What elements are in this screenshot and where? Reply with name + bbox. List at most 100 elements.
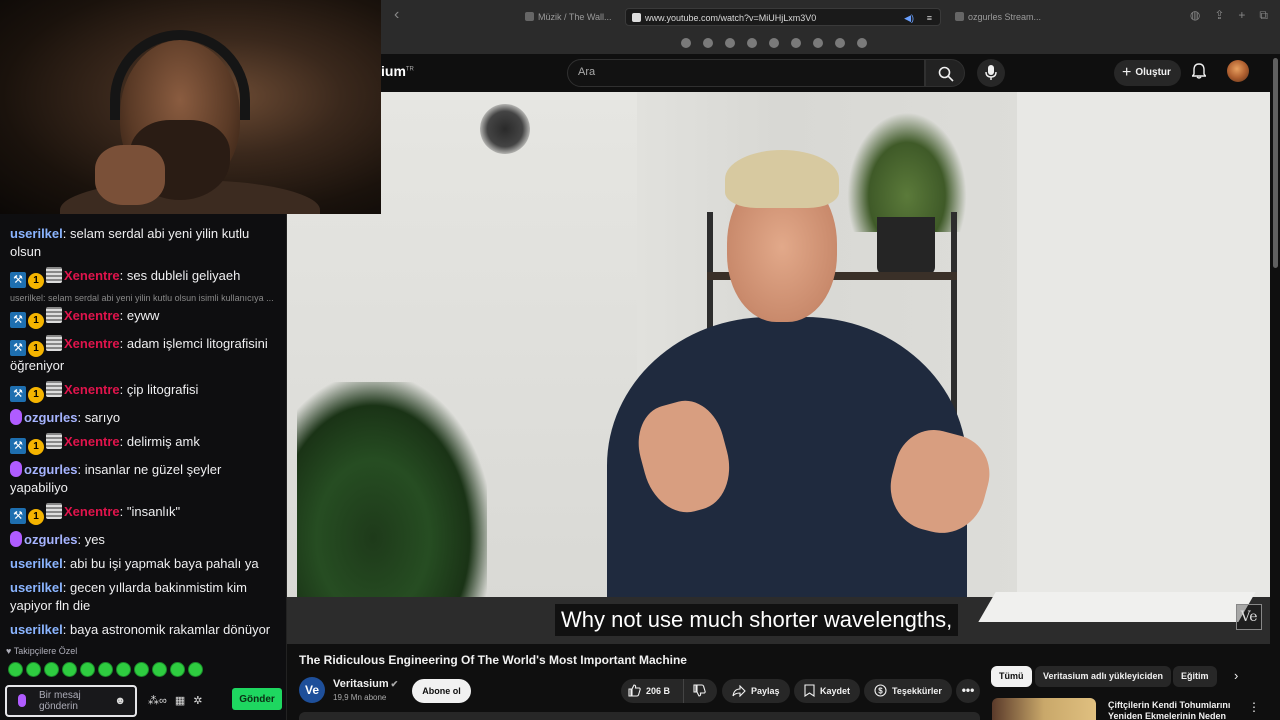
emote-icon[interactable] — [170, 662, 185, 677]
tab-music[interactable]: Müzik / The Wall... — [519, 8, 618, 26]
emote-icon[interactable] — [44, 662, 59, 677]
subscriber-badge-icon[interactable]: 1 — [28, 313, 44, 329]
subscriber-badge-icon[interactable]: 1 — [28, 387, 44, 403]
microphone-badge-icon[interactable] — [10, 531, 22, 547]
save-button[interactable]: Kaydet — [794, 679, 861, 703]
like-button[interactable]: 206 B — [621, 679, 684, 703]
new-tab-icon[interactable]: + — [1238, 8, 1245, 23]
extension-icon[interactable] — [747, 38, 757, 48]
send-button[interactable]: Gönder — [232, 688, 282, 710]
chip-from-uploader[interactable]: Veritasium adlı yükleyiciden — [1035, 666, 1172, 687]
emote-icon[interactable] — [116, 662, 131, 677]
channel-name[interactable]: Veritasium ✔ — [333, 678, 398, 690]
scrollbar-thumb[interactable] — [1273, 58, 1278, 268]
subscriber-badge-icon[interactable]: 1 — [28, 509, 44, 525]
user-avatar[interactable] — [1227, 60, 1249, 82]
emote-icon[interactable] — [26, 662, 41, 677]
create-button[interactable]: + Oluştur — [1114, 60, 1181, 86]
subscribe-button[interactable]: Abone ol — [412, 679, 471, 703]
search-input[interactable]: Ara — [567, 59, 925, 87]
chat-username[interactable]: userilkel — [10, 622, 63, 637]
chat-username[interactable]: Xenentre — [64, 308, 120, 323]
extension-icon[interactable] — [725, 38, 735, 48]
description-box[interactable] — [299, 712, 980, 720]
video-player[interactable]: Why not use much shorter wavelengths, Ve — [287, 92, 1270, 644]
extension-icon[interactable] — [681, 38, 691, 48]
share-icon[interactable]: ⇪ — [1214, 8, 1224, 23]
chip-all[interactable]: Tümü — [991, 666, 1032, 687]
emote-icon[interactable] — [80, 662, 95, 677]
back-icon[interactable]: ‹ — [394, 6, 399, 24]
tab-overview-icon[interactable]: ⧉ — [1259, 8, 1268, 23]
chat-message-list[interactable]: userilkel: selam serdal abi yeni yilin k… — [0, 214, 286, 642]
emote-icon[interactable] — [62, 662, 77, 677]
voice-search-button[interactable] — [977, 59, 1005, 87]
moderator-badge-icon[interactable]: ⚒ — [10, 508, 26, 524]
custom-badge-icon[interactable] — [46, 503, 62, 519]
emote-icon[interactable] — [8, 662, 23, 677]
chat-username[interactable]: userilkel — [10, 580, 63, 595]
extension-icon[interactable] — [791, 38, 801, 48]
microphone-badge-icon[interactable] — [10, 409, 22, 425]
emote-icon[interactable] — [152, 662, 167, 677]
extension-icon[interactable] — [857, 38, 867, 48]
extension-icon[interactable] — [835, 38, 845, 48]
tab-youtube[interactable]: www.youtube.com/watch?v=MiUHjLxm3V0 ◀) ≡ — [625, 8, 941, 26]
notifications-bell-icon[interactable] — [1192, 63, 1206, 79]
dislike-button[interactable] — [687, 679, 717, 703]
recommendation-thumbnail[interactable] — [992, 698, 1096, 720]
subscriber-badge-icon[interactable]: 1 — [28, 439, 44, 455]
moderator-badge-icon[interactable]: ⚒ — [10, 272, 26, 288]
search-button[interactable] — [925, 59, 965, 87]
chat-username[interactable]: userilkel — [10, 556, 63, 571]
chat-username[interactable]: ozgurles — [24, 462, 77, 477]
thanks-button[interactable]: $ Teşekkürler — [864, 679, 952, 703]
chat-username[interactable]: Xenentre — [64, 504, 120, 519]
moderator-badge-icon[interactable]: ⚒ — [10, 312, 26, 328]
reader-icon[interactable]: ≡ — [927, 9, 932, 27]
youtube-logo[interactable]: iumTR — [381, 63, 414, 79]
chat-username[interactable]: Xenentre — [64, 382, 120, 397]
chevron-right-icon[interactable]: › — [1234, 668, 1238, 683]
custom-badge-icon[interactable] — [46, 267, 62, 283]
extensions-icon[interactable]: ◍ — [1190, 8, 1200, 23]
custom-badge-icon[interactable] — [46, 381, 62, 397]
chat-message-input[interactable]: Bir mesaj gönderin ☻ — [5, 685, 137, 717]
chat-username[interactable]: Xenentre — [64, 268, 120, 283]
chat-username[interactable]: ozgurles — [24, 410, 77, 425]
screen: userilkel: selam serdal abi yeni yilin k… — [0, 0, 1280, 720]
chat-username[interactable]: Xenentre — [64, 434, 120, 449]
store-icon[interactable]: ▦ — [175, 694, 185, 707]
microphone-badge-icon[interactable] — [10, 461, 22, 477]
emote-icon[interactable] — [98, 662, 113, 677]
audio-playing-icon[interactable]: ◀) — [904, 9, 914, 27]
channel-watermark[interactable]: Ve — [1236, 604, 1262, 630]
reply-context[interactable]: userilkel: selam serdal abi yeni yilin k… — [0, 292, 286, 304]
tab-stream[interactable]: ozgurles Stream... — [949, 8, 1047, 26]
share-button[interactable]: Paylaş — [722, 679, 790, 703]
custom-badge-icon[interactable] — [46, 307, 62, 323]
chat-username[interactable]: Xenentre — [64, 336, 120, 351]
channel-avatar[interactable]: Ve — [299, 677, 325, 703]
extension-icon[interactable] — [813, 38, 823, 48]
moderator-badge-icon[interactable]: ⚒ — [10, 386, 26, 402]
emoji-icon[interactable]: ☻ — [114, 695, 126, 707]
kebab-menu-icon[interactable]: ⋮ — [1248, 700, 1260, 714]
moderator-badge-icon[interactable]: ⚒ — [10, 438, 26, 454]
custom-badge-icon[interactable] — [46, 433, 62, 449]
extension-icon[interactable] — [703, 38, 713, 48]
emote-icon[interactable] — [188, 662, 203, 677]
recommendation-title[interactable]: Çiftçilerin Kendi Tohumlarını Yeniden Ek… — [1108, 700, 1236, 720]
more-actions-button[interactable]: ••• — [956, 679, 980, 703]
bits-icon[interactable]: ⁂∞ — [148, 694, 167, 707]
chat-username[interactable]: userilkel — [10, 226, 63, 241]
subscriber-badge-icon[interactable]: 1 — [28, 341, 44, 357]
chip-education[interactable]: Eğitim — [1173, 666, 1217, 687]
moderator-badge-icon[interactable]: ⚒ — [10, 340, 26, 356]
emote-icon[interactable] — [134, 662, 149, 677]
custom-badge-icon[interactable] — [46, 335, 62, 351]
chat-username[interactable]: ozgurles — [24, 532, 77, 547]
extension-icon[interactable] — [769, 38, 779, 48]
subscriber-badge-icon[interactable]: 1 — [28, 273, 44, 289]
settings-icon[interactable]: ✲ — [193, 694, 202, 707]
